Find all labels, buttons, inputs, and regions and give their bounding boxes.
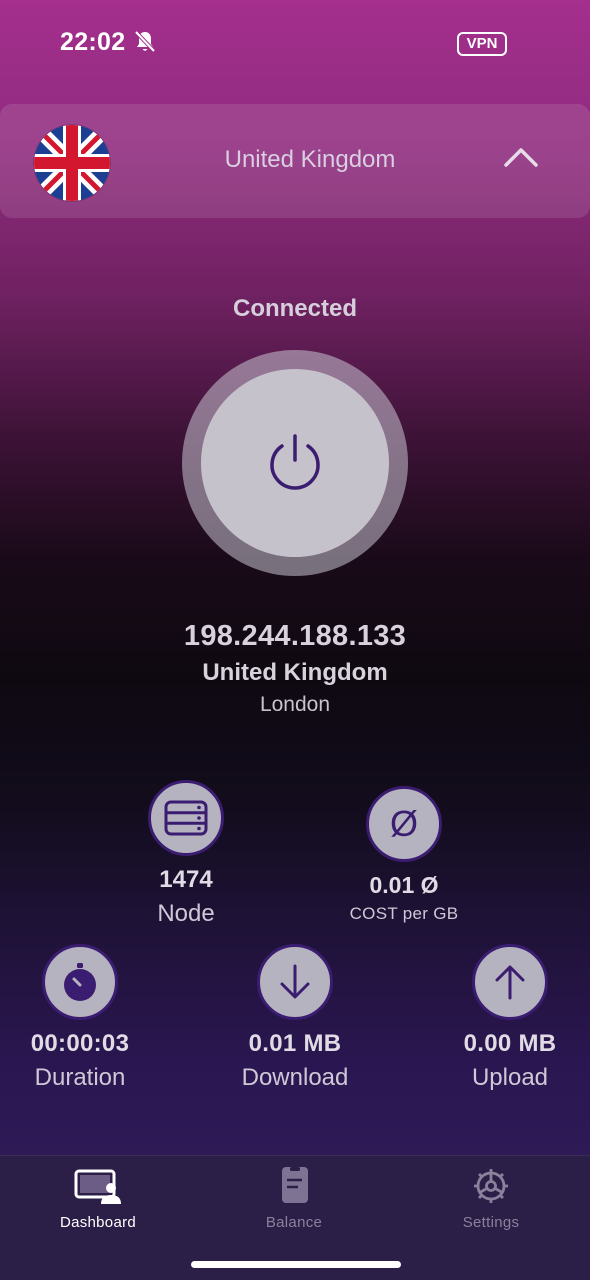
tab-dashboard-label: Dashboard bbox=[59, 1214, 137, 1231]
bell-muted-icon bbox=[134, 30, 156, 53]
home-indicator[interactable] bbox=[191, 1261, 401, 1268]
country-selector[interactable]: United Kingdom bbox=[0, 104, 590, 218]
download-label: Download bbox=[241, 1064, 349, 1091]
connection-status: Connected bbox=[232, 295, 357, 322]
dashboard-icon bbox=[74, 1169, 121, 1204]
upload-stat: 0.00 MB Upload bbox=[410, 944, 590, 1092]
status-time: 22:02 bbox=[60, 28, 126, 56]
download-stat: 0.01 MB Download bbox=[195, 944, 395, 1092]
duration-value: 00:00:03 bbox=[30, 1030, 130, 1057]
selected-country-label: United Kingdom bbox=[224, 146, 396, 173]
cost-label: COST per GB bbox=[349, 904, 459, 923]
upload-label: Upload bbox=[471, 1064, 549, 1091]
tab-dashboard[interactable]: Dashboard bbox=[28, 1166, 168, 1231]
uk-flag-icon bbox=[34, 125, 110, 201]
cost-stat: Ø 0.01 Ø COST per GB bbox=[304, 786, 504, 924]
settings-icon bbox=[474, 1169, 508, 1203]
download-arrow-icon bbox=[257, 944, 333, 1020]
ip-address: 198.244.188.133 bbox=[183, 620, 407, 652]
upload-arrow-icon bbox=[472, 944, 548, 1020]
server-icon bbox=[148, 780, 224, 856]
duration-label: Duration bbox=[34, 1064, 126, 1091]
node-label: Node bbox=[157, 900, 215, 927]
stopwatch-icon bbox=[42, 944, 118, 1020]
location-country: United Kingdom bbox=[202, 659, 388, 686]
upload-value: 0.00 MB bbox=[463, 1030, 557, 1057]
node-stat: 1474 Node bbox=[86, 780, 286, 928]
tab-balance-label: Balance bbox=[265, 1214, 323, 1231]
download-value: 0.01 MB bbox=[248, 1030, 342, 1057]
currency-icon: Ø bbox=[366, 786, 442, 862]
status-bar: 22:02 VPN bbox=[0, 0, 590, 90]
cost-value: 0.01 Ø bbox=[369, 872, 439, 898]
tab-settings[interactable]: Settings bbox=[421, 1166, 561, 1231]
location-city: London bbox=[259, 693, 331, 716]
vpn-badge: VPN bbox=[457, 32, 507, 56]
power-icon bbox=[270, 434, 320, 490]
duration-stat: 00:00:03 Duration bbox=[0, 944, 180, 1092]
chevron-up-icon[interactable] bbox=[503, 146, 539, 168]
tab-balance[interactable]: Balance bbox=[224, 1166, 364, 1231]
balance-icon bbox=[282, 1167, 308, 1203]
tab-settings-label: Settings bbox=[462, 1214, 520, 1231]
node-value: 1474 bbox=[159, 866, 213, 893]
